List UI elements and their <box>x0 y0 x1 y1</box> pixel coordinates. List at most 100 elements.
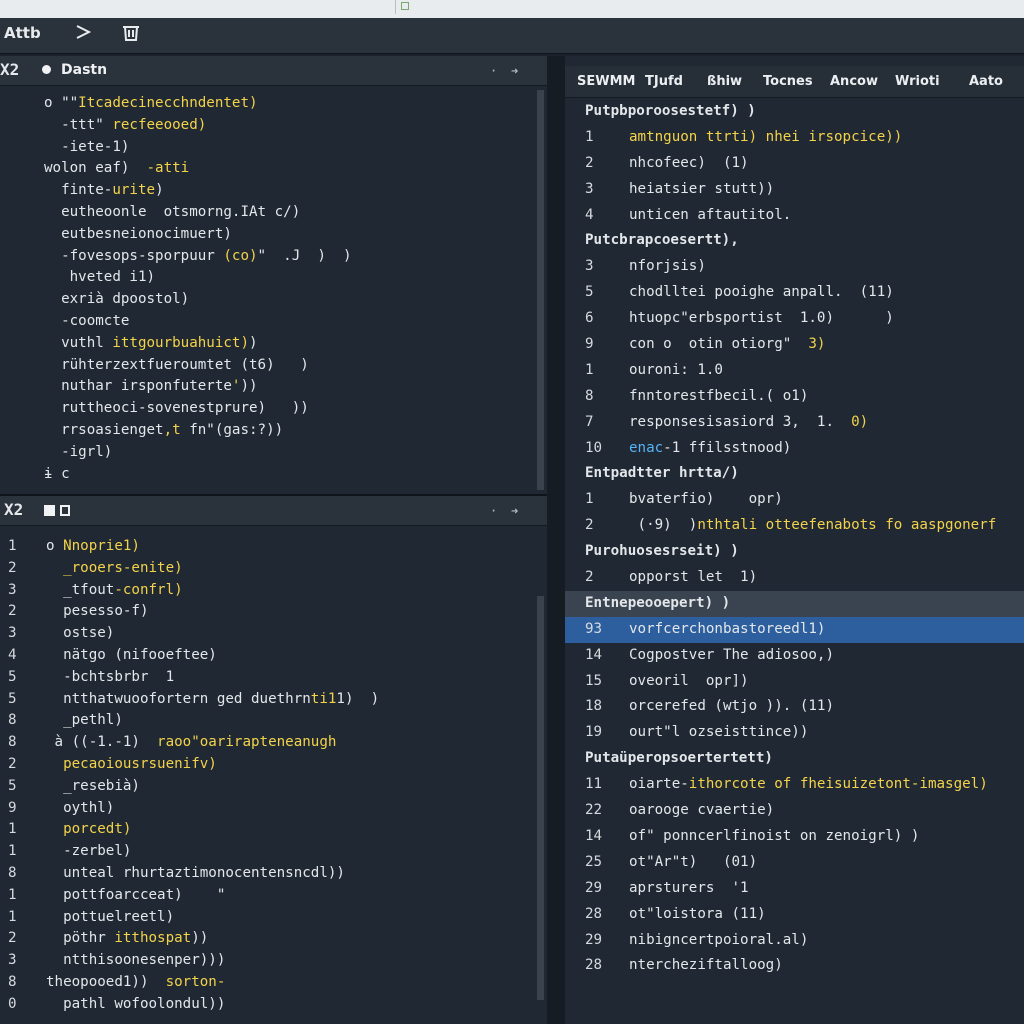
code-line[interactable]: -iete-1) <box>44 137 352 159</box>
scrollbar[interactable] <box>537 90 544 490</box>
code-line[interactable]: -igrl) <box>44 442 352 464</box>
code-editor-right[interactable]: Putpbporoosestetf) ) 1 amtnguon ttrti) nhe… <box>565 99 1024 979</box>
code-line[interactable]: ostse) <box>46 623 379 645</box>
code-line[interactable]: ruttheoci-sovenestprure) )) <box>44 398 352 420</box>
code-line[interactable]: unteal rhurtaztimonocentensncdl)) <box>46 863 379 885</box>
code-line[interactable]: pöthr itthospat)) <box>46 928 379 950</box>
code-line[interactable]: pesesso-f) <box>46 601 379 623</box>
collapse-icon[interactable]: · <box>490 504 497 518</box>
tab-4[interactable]: Tocnes <box>763 74 813 89</box>
code-editor-top[interactable]: o ""Itcadecinecchndentet) -ttt" recfeeoo… <box>44 93 352 485</box>
code-line[interactable]: -zerbel) <box>46 841 379 863</box>
tab-1[interactable]: SEWMM <box>577 74 635 89</box>
section-header[interactable]: Putcbrapcoesertt), <box>565 228 1024 254</box>
code-line[interactable]: 29 nibigncertpoioral.al) <box>565 928 1024 954</box>
code-line[interactable]: 28 ot"loistora (11) <box>565 902 1024 928</box>
code-line[interactable]: 15 oveoril opr]) <box>565 669 1024 695</box>
section-header[interactable]: Purohuosesrseit) ) <box>565 539 1024 565</box>
section-header[interactable]: Putpbporoosestetf) ) <box>565 99 1024 125</box>
line-number: 8 <box>8 734 17 751</box>
section-header[interactable]: Entpadtter hrtta/) <box>565 461 1024 487</box>
code-line[interactable]: finte-urite) <box>44 180 352 202</box>
code-line[interactable]: _rooers-enite) <box>46 558 379 580</box>
code-line[interactable]: 1 amtnguon ttrti) nhei irsopcice)) <box>565 125 1024 151</box>
code-line[interactable]: 11 oiarte-ithorcote of fheisuizetont-imas… <box>565 772 1024 798</box>
code-line[interactable]: _pethl) <box>46 710 379 732</box>
code-line[interactable]: 10 enac-1 ffilsstnood) <box>565 436 1024 462</box>
line-number: 8 <box>8 712 17 729</box>
tab-7[interactable]: Aato <box>969 74 1003 89</box>
code-line[interactable]: 2 opporst let 1) <box>565 565 1024 591</box>
code-line[interactable]: 14 Cogpostver The adiosoo,) <box>565 643 1024 669</box>
tab-6[interactable]: Wrioti <box>895 74 940 89</box>
code-line[interactable]: vuthl ittgourbuahuict)) <box>44 333 352 355</box>
code-line[interactable]: pecaoiousrsuenifv) <box>46 754 379 776</box>
code-line[interactable]: ntthisoonesenper))) <box>46 950 379 972</box>
code-line[interactable]: 5 chodlltei pooighe anpall. (11) <box>565 280 1024 306</box>
code-line[interactable]: porcedt) <box>46 819 379 841</box>
code-line[interactable]: o Nnoprie1) <box>46 536 379 558</box>
collapse-icon[interactable]: · <box>490 64 497 78</box>
code-line[interactable]: rrsoasienget,t fn"(gas:?)) <box>44 420 352 442</box>
section-header[interactable]: Putaüperopsoertertett) <box>565 746 1024 772</box>
tab-3[interactable]: ßhiw <box>707 74 742 89</box>
code-line[interactable]: 19 ourt"l ozseisttince)) <box>565 720 1024 746</box>
code-line[interactable]: -bchtsbrbr 1 <box>46 667 379 689</box>
code-line[interactable]: 25 ot"Ar"t) (01) <box>565 850 1024 876</box>
code-line[interactable]: 1 ouroni: 1.0 <box>565 358 1024 384</box>
code-line[interactable]: 2 (·9) )nthtali otteefenabots fo aaspgon… <box>565 513 1024 539</box>
code-line[interactable]: ntthatwuoofortern ged duethrnti11) ) <box>46 689 379 711</box>
code-line[interactable]: 2 nhcofeec) (1) <box>565 151 1024 177</box>
code-line[interactable]: 3 nforjsis) <box>565 254 1024 280</box>
code-line[interactable]: 18 orcerefed (wtjo )). (11) <box>565 694 1024 720</box>
code-line[interactable]: theopooed1)) sorton- <box>46 972 379 994</box>
code-line[interactable]: nuthar irsponfuterte')) <box>44 376 352 398</box>
code-line[interactable]: 7 responsesisasiord 3, 1. 0) <box>565 410 1024 436</box>
trash-icon[interactable] <box>122 24 140 46</box>
code-line[interactable]: 9 con o otin otiorg" 3) <box>565 332 1024 358</box>
code-line[interactable]: -coomcte <box>44 311 352 333</box>
split-divider[interactable] <box>547 56 565 1024</box>
selected-line[interactable]: 93 vorfcerchonbastoreedl1) <box>565 616 1024 643</box>
code-line[interactable]: 6 htuopc"erbsportist 1.0) ) <box>565 306 1024 332</box>
code-line[interactable]: pathl wofoolondul)) <box>46 994 379 1016</box>
code-line[interactable]: 4 unticen aftautitol. <box>565 203 1024 229</box>
code-line[interactable]: _tfout-confrl) <box>46 580 379 602</box>
code-line[interactable]: nätgo (nifooeftee) <box>46 645 379 667</box>
code-line[interactable]: oythl) <box>46 798 379 820</box>
code-line[interactable]: -fovesops-sporpuur (co)" .J ) ) <box>44 246 351 268</box>
code-editor-bottom[interactable]: o Nnoprie1) _rooers-enite) _tfout-confrl… <box>46 536 379 1016</box>
code-line[interactable]: pottuelreetl) <box>46 907 379 929</box>
code-line[interactable]: wolon eaf) -atti <box>44 158 352 180</box>
code-line[interactable]: 22 oarooge cvaertie) <box>565 798 1024 824</box>
close-panel-button[interactable]: X2 <box>4 500 23 519</box>
code-line[interactable]: 1 bvaterfio) opr) <box>565 487 1024 513</box>
arrow-right-icon[interactable]: ➜ <box>511 64 518 78</box>
play-icon[interactable] <box>74 24 92 44</box>
code-line[interactable]: ɨ c <box>44 464 352 486</box>
code-line[interactable]: eutbesneionocimuert) <box>44 224 352 246</box>
code-line[interactable]: eutheoonle otsmorng.IAt c/) <box>44 202 352 224</box>
code-line[interactable]: rühterzextfueroumtet (t6) ) <box>44 355 352 377</box>
code-line[interactable]: pottfoarcceat) " <box>46 885 379 907</box>
section-header[interactable]: Entnepeooepert) ) <box>565 590 1024 617</box>
code-line[interactable]: 8 fnntorestfbecil.( o1) <box>565 384 1024 410</box>
close-panel-button[interactable]: X2 <box>0 60 19 79</box>
scrollbar[interactable] <box>537 596 544 1000</box>
code-line[interactable]: 14 of" ponncerlfinoist on zenoigrl) ) <box>565 824 1024 850</box>
tab-2[interactable]: TJufd <box>645 74 683 89</box>
code-line[interactable]: 3 heiatsier stutt)) <box>565 177 1024 203</box>
code-line[interactable]: -ttt" recfeeooed) <box>44 115 352 137</box>
code-line[interactable]: hveted i1) <box>44 267 352 289</box>
code-token: ostse) <box>46 625 115 642</box>
tab-5[interactable]: Ancow <box>830 74 878 89</box>
arrow-right-icon[interactable]: ➜ <box>511 504 518 518</box>
code-line[interactable]: exrià dpoostol) <box>44 289 352 311</box>
line-number: 1 <box>8 908 17 925</box>
code-text: unticen aftautitol. <box>629 207 791 223</box>
code-line[interactable]: 28 ntercheziftalloog) <box>565 953 1024 979</box>
code-line[interactable]: à ((-1.-1) raoo"oarirapteneanugh <box>46 732 379 754</box>
code-line[interactable]: o ""Itcadecinecchndentet) <box>44 93 352 115</box>
code-line[interactable]: 29 aprsturers '1 <box>565 876 1024 902</box>
code-line[interactable]: _resebià) <box>46 776 379 798</box>
